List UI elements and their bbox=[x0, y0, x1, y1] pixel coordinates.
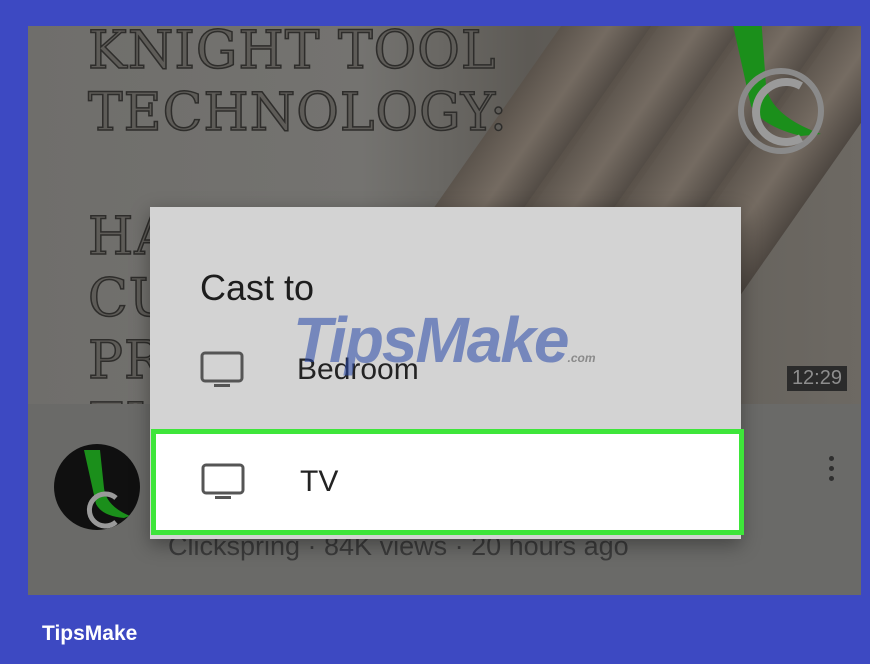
kebab-dot bbox=[829, 456, 834, 461]
device-label: TV bbox=[300, 465, 339, 498]
brand-label: TipsMake bbox=[42, 622, 138, 645]
cast-device-bedroom[interactable]: Bedroom bbox=[150, 322, 741, 418]
cast-device-tv[interactable]: TV bbox=[151, 429, 744, 535]
video-duration: 12:29 bbox=[786, 366, 847, 391]
image-frame: KNIGHT TOOL TECHNOLOGY: HAND CU PR FI 12… bbox=[0, 0, 870, 664]
kebab-dot bbox=[829, 466, 834, 471]
dialog-title: Cast to bbox=[200, 267, 315, 308]
channel-avatar[interactable] bbox=[54, 444, 140, 530]
device-label: Bedroom bbox=[297, 353, 419, 386]
cast-dialog: Cast to Bedroom TV bbox=[150, 207, 744, 539]
tv-icon bbox=[200, 351, 244, 387]
clickspring-logo-icon bbox=[84, 450, 130, 529]
tv-icon bbox=[201, 463, 245, 499]
more-options-icon[interactable] bbox=[829, 456, 837, 481]
kebab-dot bbox=[829, 476, 834, 481]
clickspring-logo-icon bbox=[733, 26, 824, 154]
